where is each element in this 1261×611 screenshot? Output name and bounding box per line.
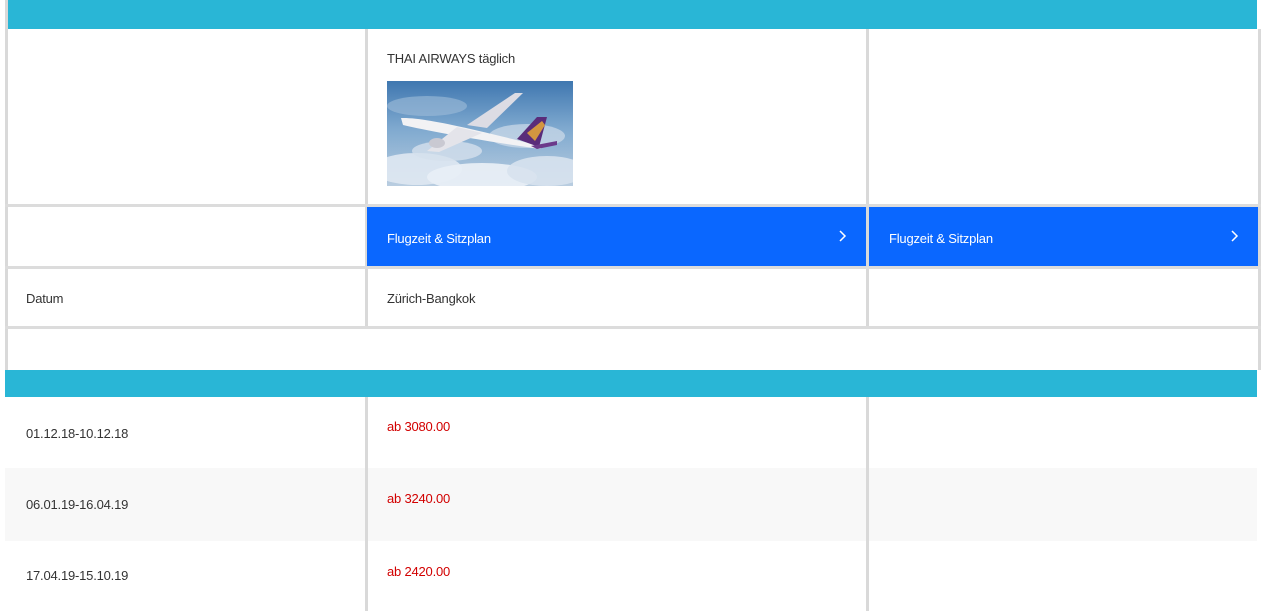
column-divider [866, 397, 869, 611]
row-divider [5, 326, 1261, 329]
price-row-date: 06.01.19-16.04.19 [26, 497, 129, 512]
route-label: Zürich-Bangkok [387, 291, 476, 306]
flight-info-button-label: Flugzeit & Sitzplan [387, 231, 491, 246]
table-row [5, 397, 1257, 468]
airplane-image [387, 81, 573, 186]
flight-info-button-label: Flugzeit & Sitzplan [889, 231, 993, 246]
price-row-price: ab 3240.00 [387, 491, 451, 506]
flight-info-button-1[interactable]: Flugzeit & Sitzplan [367, 207, 866, 266]
column-divider [365, 397, 368, 611]
row-divider [5, 266, 1261, 269]
airline-heading: THAI AIRWAYS täglich [387, 51, 515, 66]
price-row-price: ab 2420.00 [387, 564, 451, 579]
column-divider [365, 29, 368, 327]
price-row-date: 17.04.19-15.10.19 [26, 568, 129, 583]
column-divider [866, 29, 869, 327]
price-row-price: ab 3080.00 [387, 419, 451, 434]
price-row-date: 01.12.18-10.12.18 [26, 426, 129, 441]
column-divider [5, 0, 8, 370]
top-header-bar [5, 0, 1257, 29]
chevron-right-icon [836, 228, 850, 244]
flight-info-button-2[interactable]: Flugzeit & Sitzplan [869, 207, 1258, 266]
table-row [5, 541, 1257, 611]
table-row [5, 468, 1257, 541]
chevron-right-icon [1228, 228, 1242, 244]
date-column-header: Datum [26, 291, 64, 306]
price-section-header-bar [5, 370, 1257, 397]
